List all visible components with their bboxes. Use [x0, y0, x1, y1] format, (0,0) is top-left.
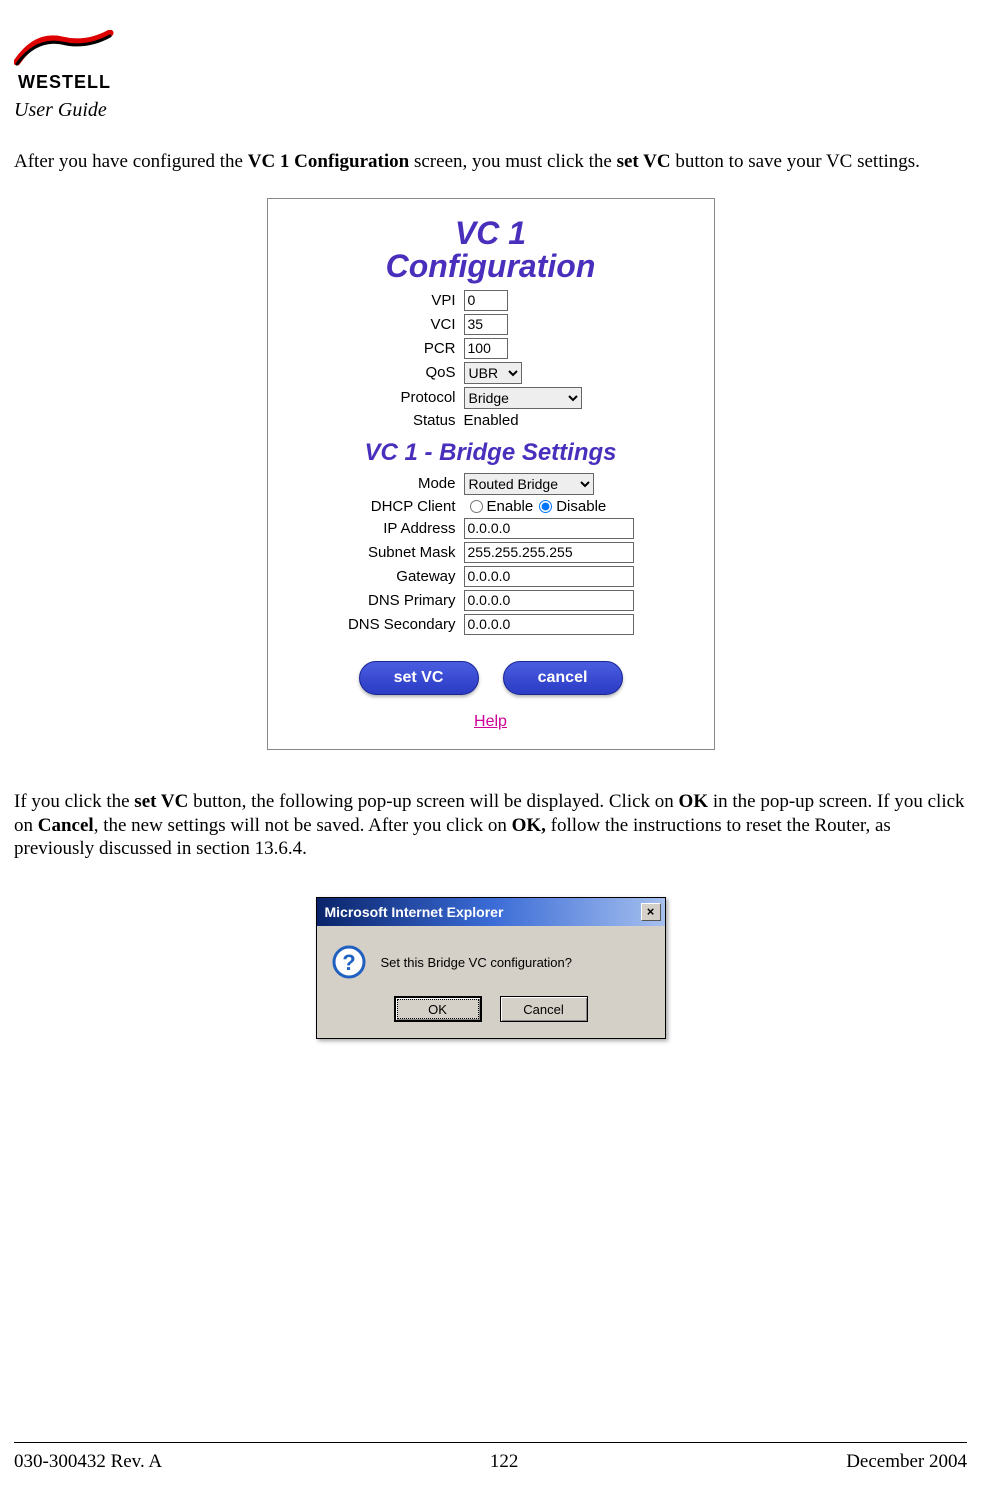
footer-left: 030-300432 Rev. A: [14, 1451, 162, 1473]
brand-name: WESTELL: [18, 72, 967, 93]
pcr-input[interactable]: [464, 338, 508, 359]
dhcp-disable-label: Disable: [556, 498, 606, 515]
gateway-input[interactable]: [464, 566, 634, 587]
mode-select[interactable]: Routed Bridge: [464, 473, 594, 495]
cancel-button[interactable]: cancel: [503, 661, 623, 695]
dialog-cancel-button[interactable]: Cancel: [500, 996, 588, 1022]
set-vc-button[interactable]: set VC: [359, 661, 479, 695]
protocol-select[interactable]: Bridge: [464, 387, 582, 409]
vci-label: VCI: [278, 316, 464, 333]
subnet-label: Subnet Mask: [278, 544, 464, 561]
dialog-title: Microsoft Internet Explorer: [325, 904, 504, 920]
ip-input[interactable]: [464, 518, 634, 539]
intro-paragraph-1: After you have configured the VC 1 Confi…: [14, 150, 967, 174]
dns2-input[interactable]: [464, 614, 634, 635]
vc1-config-panel: VC 1 Configuration VPI VCI PCR QoS UBR P…: [267, 198, 715, 750]
vpi-label: VPI: [278, 292, 464, 309]
question-icon: ?: [331, 944, 367, 980]
subnet-input[interactable]: [464, 542, 634, 563]
doc-label: User Guide: [14, 99, 967, 122]
status-value: Enabled: [464, 412, 519, 429]
panel-title: VC 1 Configuration: [278, 217, 704, 284]
dhcp-enable-radio[interactable]: [470, 500, 483, 513]
gateway-label: Gateway: [278, 568, 464, 585]
svg-text:?: ?: [342, 950, 355, 975]
intro-paragraph-2: If you click the set VC button, the foll…: [14, 790, 967, 861]
ie-confirm-dialog: Microsoft Internet Explorer × ? Set this…: [316, 897, 666, 1039]
qos-select[interactable]: UBR: [464, 362, 522, 384]
footer-right: December 2004: [846, 1451, 967, 1473]
qos-label: QoS: [278, 364, 464, 381]
help-link[interactable]: Help: [278, 713, 704, 731]
brand-logo: WESTELL: [14, 30, 967, 93]
close-icon[interactable]: ×: [641, 903, 661, 921]
dialog-message: Set this Bridge VC configuration?: [381, 955, 573, 970]
dns2-label: DNS Secondary: [278, 616, 464, 633]
footer-center: 122: [490, 1451, 519, 1473]
dhcp-disable-radio[interactable]: [539, 500, 552, 513]
panel-subtitle: VC 1 - Bridge Settings: [278, 439, 704, 467]
protocol-label: Protocol: [278, 389, 464, 406]
dhcp-label: DHCP Client: [278, 498, 464, 515]
dns1-label: DNS Primary: [278, 592, 464, 609]
dialog-ok-button[interactable]: OK: [394, 996, 482, 1022]
status-label: Status: [278, 412, 464, 429]
page-footer: 030-300432 Rev. A 122 December 2004: [14, 1442, 967, 1473]
dns1-input[interactable]: [464, 590, 634, 611]
mode-label: Mode: [278, 475, 464, 492]
pcr-label: PCR: [278, 340, 464, 357]
vpi-input[interactable]: [464, 290, 508, 311]
vci-input[interactable]: [464, 314, 508, 335]
dhcp-enable-label: Enable: [487, 498, 534, 515]
ip-label: IP Address: [278, 520, 464, 537]
dialog-titlebar: Microsoft Internet Explorer ×: [317, 898, 665, 926]
swoosh-icon: [14, 30, 114, 70]
